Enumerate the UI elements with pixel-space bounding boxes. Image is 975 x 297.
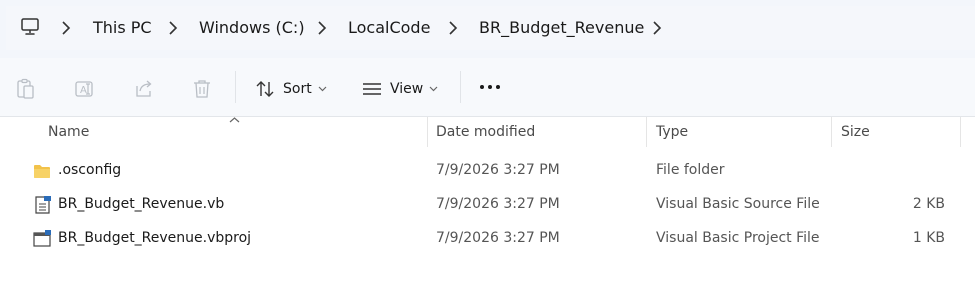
column-divider[interactable] [646, 117, 647, 147]
file-date-modified: 7/9/2026 3:27 PM [436, 162, 560, 178]
paste-icon[interactable] [15, 78, 37, 100]
chevron-down-icon [318, 86, 327, 92]
column-header-name[interactable]: Name [48, 124, 89, 140]
file-size: 1 KB [912, 230, 945, 246]
column-header-date-modified[interactable]: Date modified [436, 124, 535, 140]
view-icon [363, 83, 381, 95]
file-name[interactable]: BR_Budget_Revenue.vbproj [58, 230, 251, 246]
view-label: View [390, 81, 424, 97]
file-name[interactable]: .osconfig [58, 162, 121, 178]
table-row[interactable]: .osconfig 7/9/2026 3:27 PM File folder [0, 154, 975, 188]
column-divider[interactable] [427, 117, 428, 147]
file-type: Visual Basic Project File [656, 230, 820, 246]
breadcrumb-item-this-pc[interactable]: This PC [93, 18, 152, 38]
breadcrumb-item-localcode[interactable]: LocalCode [348, 18, 430, 38]
table-row[interactable]: BR_Budget_Revenue.vb 7/9/2026 3:27 PM Vi… [0, 188, 975, 222]
chevron-right-icon[interactable] [447, 19, 459, 37]
folder-icon [34, 165, 50, 178]
view-button[interactable]: View [362, 78, 438, 100]
vb-source-file-icon [35, 196, 51, 214]
chevron-right-icon[interactable] [60, 19, 72, 37]
column-header-type[interactable]: Type [656, 124, 688, 140]
file-name[interactable]: BR_Budget_Revenue.vb [58, 196, 224, 212]
column-header-size[interactable]: Size [841, 124, 870, 140]
more-options-icon[interactable] [478, 84, 502, 90]
chevron-right-icon[interactable] [651, 19, 663, 37]
svg-text:A: A [80, 85, 87, 96]
chevron-down-icon [429, 86, 438, 92]
chevron-right-icon[interactable] [167, 19, 179, 37]
toolbar-separator [235, 71, 236, 103]
rename-icon[interactable]: A [74, 78, 96, 100]
sort-icon [256, 81, 274, 97]
file-size: 2 KB [912, 196, 945, 212]
address-bar: This PC Windows (C:) LocalCode BR_Budget… [0, 0, 975, 58]
this-pc-icon[interactable] [20, 17, 40, 37]
sort-button[interactable]: Sort [255, 78, 327, 100]
command-bar: A Sort View [0, 58, 975, 117]
breadcrumb-item-windows-c[interactable]: Windows (C:) [199, 18, 305, 38]
file-type: File folder [656, 162, 725, 178]
share-icon[interactable] [133, 78, 155, 100]
table-row[interactable]: BR_Budget_Revenue.vbproj 7/9/2026 3:27 P… [0, 222, 975, 256]
toolbar-separator [460, 71, 461, 103]
breadcrumb-item-br-budget-revenue[interactable]: BR_Budget_Revenue [479, 18, 644, 38]
column-divider[interactable] [960, 117, 961, 147]
delete-icon[interactable] [191, 78, 213, 100]
chevron-right-icon[interactable] [316, 19, 328, 37]
sort-label: Sort [283, 81, 312, 97]
vb-project-file-icon [33, 230, 51, 247]
column-divider[interactable] [831, 117, 832, 147]
file-date-modified: 7/9/2026 3:27 PM [436, 196, 560, 212]
file-date-modified: 7/9/2026 3:27 PM [436, 230, 560, 246]
column-header-row: Name Date modified Type Size [0, 117, 975, 147]
file-type: Visual Basic Source File [656, 196, 820, 212]
